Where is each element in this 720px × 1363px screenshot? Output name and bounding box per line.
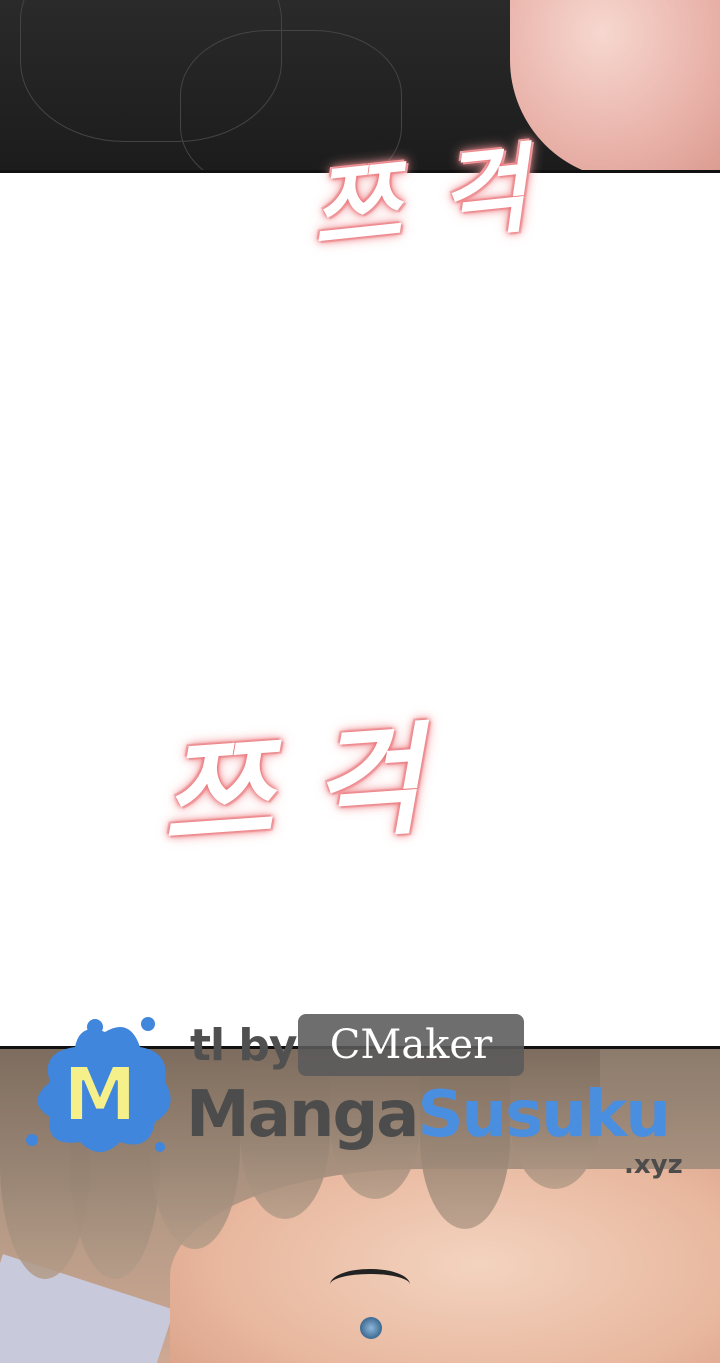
watermark-logo-icon: M <box>26 1017 171 1152</box>
tl-by-label: tl by <box>190 1020 298 1071</box>
translator-credit: CMaker <box>298 1014 524 1076</box>
brand-part1: Manga <box>186 1078 419 1152</box>
sound-effect-middle: 쯔걱 <box>156 706 467 869</box>
brand-part2: Susuku <box>417 1078 670 1152</box>
logo-letter: M <box>63 1052 137 1138</box>
site-domain: .xyz <box>624 1150 683 1180</box>
eye-iris <box>360 1317 382 1339</box>
shirt-collar <box>0 1254 175 1363</box>
site-brand: MangaSusuku <box>186 1078 671 1152</box>
sound-effect-top: 쯔걱 <box>305 127 573 268</box>
eye-lid <box>330 1269 410 1300</box>
